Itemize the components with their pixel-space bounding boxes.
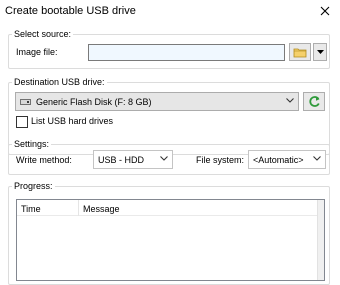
log-header: Time Message [17, 200, 324, 216]
select-source-legend: Select source: [14, 29, 72, 39]
dropdown-arrow-icon [316, 49, 324, 54]
chevron-down-icon [286, 98, 294, 103]
log-scrollbar[interactable] [317, 200, 324, 280]
settings-legend: Settings: [14, 139, 50, 149]
progress-log[interactable]: Time Message [16, 199, 325, 281]
image-file-input[interactable] [88, 44, 285, 61]
write-method-select[interactable]: USB - HDD [93, 150, 173, 169]
close-icon [320, 6, 330, 16]
write-method-value: USB - HDD [98, 155, 145, 165]
write-method-label: Write method: [16, 155, 72, 165]
dialog-body: Select source: Image file: Destination U… [0, 24, 340, 285]
file-system-select[interactable]: <Automatic> [248, 150, 326, 169]
chevron-down-icon [313, 156, 321, 161]
list-usb-hdd-label: List USB hard drives [31, 116, 114, 126]
folder-icon [293, 48, 307, 57]
image-file-label: Image file: [16, 47, 58, 57]
usb-drive-value: Generic Flash Disk (F: 8 GB) [36, 97, 152, 107]
file-system-label: File system: [196, 155, 245, 165]
close-button[interactable] [314, 1, 336, 21]
column-separator[interactable] [78, 200, 79, 216]
usb-drive-select[interactable]: Generic Flash Disk (F: 8 GB) [15, 92, 299, 111]
drive-icon [20, 99, 31, 105]
chevron-down-icon [160, 156, 168, 161]
title-bar: Create bootable USB drive [0, 0, 340, 24]
refresh-drives-button[interactable] [303, 92, 325, 111]
refresh-icon [308, 96, 320, 107]
window-title: Create bootable USB drive [5, 5, 136, 17]
progress-legend: Progress: [14, 181, 53, 191]
destination-legend: Destination USB drive: [14, 77, 105, 87]
browse-image-button[interactable] [289, 43, 311, 61]
file-system-value: <Automatic> [253, 155, 304, 165]
image-options-dropdown[interactable] [313, 43, 327, 61]
list-usb-hdd-checkbox[interactable] [16, 116, 28, 128]
column-header-time[interactable]: Time [21, 204, 41, 215]
column-header-message[interactable]: Message [83, 204, 120, 215]
